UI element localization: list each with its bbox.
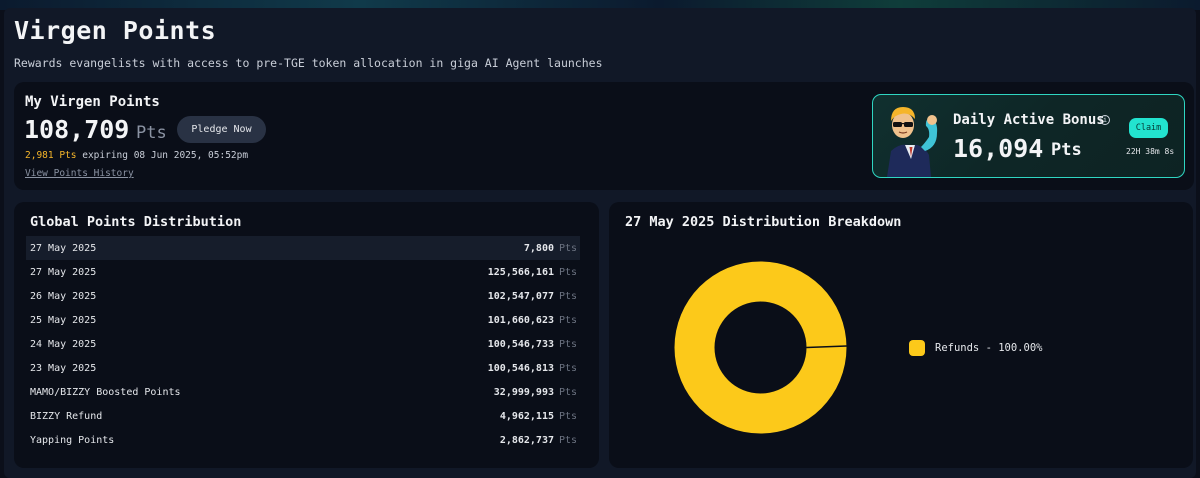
list-item[interactable]: 27 May 2025 125,566,161 Pts (26, 260, 580, 284)
row-value: 32,999,993 (493, 386, 554, 398)
row-label: 27 May 2025 (30, 242, 97, 254)
row-value: 7,800 (523, 242, 554, 254)
row-unit: Pts (559, 434, 578, 446)
my-points-value: 108,709 (24, 115, 130, 144)
claim-countdown-timer: 22H 38m 8s (1126, 147, 1175, 156)
list-item[interactable]: 25 May 2025 101,660,623 Pts (26, 308, 580, 332)
chart-legend: Refunds - 100.00% (909, 340, 1042, 356)
row-unit: Pts (559, 314, 578, 326)
row-unit: Pts (559, 362, 578, 374)
pledge-now-button[interactable]: Pledge Now (177, 116, 266, 143)
row-label: 24 May 2025 (30, 338, 97, 350)
global-points-distribution-card: Global Points Distribution 27 May 2025 7… (14, 202, 599, 468)
legend-label-refunds: Refunds - 100.00% (935, 342, 1043, 354)
list-item[interactable]: BIZZY Refund 4,962,115 Pts (26, 404, 580, 428)
daily-bonus-unit: Pts (1051, 140, 1082, 160)
row-value: 4,962,115 (499, 410, 554, 422)
breakdown-donut-chart (674, 261, 847, 434)
row-label: Yapping Points (30, 434, 115, 446)
row-label: 26 May 2025 (30, 290, 97, 302)
distribution-breakdown-card: 27 May 2025 Distribution Breakdown Refun… (609, 202, 1193, 468)
row-label: BIZZY Refund (30, 410, 103, 422)
claim-button[interactable]: Claim (1129, 118, 1168, 138)
expiring-points-text: 2,981 Pts expiring 08 Jun 2025, 05:52pm (25, 150, 248, 161)
page-subtitle: Rewards evangelists with access to pre-T… (14, 56, 603, 70)
my-points-title: My Virgen Points (25, 94, 160, 110)
row-label: 27 May 2025 (30, 266, 97, 278)
row-unit: Pts (559, 410, 578, 422)
list-item[interactable]: 24 May 2025 100,546,733 Pts (26, 332, 580, 356)
row-value: 102,547,077 (487, 290, 554, 302)
row-value: 2,862,737 (499, 434, 554, 446)
my-points-card: My Virgen Points 108,709 Pts Pledge Now … (14, 82, 1194, 190)
daily-bonus-value: 16,094 (953, 134, 1044, 163)
my-points-unit: Pts (136, 123, 167, 143)
list-item[interactable]: Yapping Points 2,862,737 Pts (26, 428, 580, 452)
row-label: 23 May 2025 (30, 362, 97, 374)
breakdown-title: 27 May 2025 Distribution Breakdown (625, 214, 902, 230)
row-value: 100,546,733 (487, 338, 554, 350)
row-unit: Pts (559, 386, 578, 398)
row-value: 101,660,623 (487, 314, 554, 326)
info-icon[interactable]: i (1100, 115, 1110, 125)
row-label: 25 May 2025 (30, 314, 97, 326)
list-item[interactable]: 26 May 2025 102,547,077 Pts (26, 284, 580, 308)
distribution-list: 27 May 2025 7,800 Pts 27 May 2025 125,56… (26, 236, 580, 452)
row-value: 125,566,161 (487, 266, 554, 278)
row-unit: Pts (559, 290, 578, 302)
row-unit: Pts (559, 242, 578, 254)
legend-swatch-refunds (909, 340, 925, 356)
expiring-date: expiring 08 Jun 2025, 05:52pm (82, 150, 249, 161)
view-points-history-link[interactable]: View Points History (25, 168, 134, 179)
daily-active-bonus-card: Daily Active Bonus i 16,094 Pts Claim 22… (872, 94, 1185, 178)
page-title: Virgen Points (14, 16, 217, 45)
expiring-amount: 2,981 Pts (25, 150, 77, 161)
row-label: MAMO/BIZZY Boosted Points (30, 386, 181, 398)
mascot-avatar-icon (887, 107, 938, 177)
list-item[interactable]: MAMO/BIZZY Boosted Points 32,999,993 Pts (26, 380, 580, 404)
list-item[interactable]: 27 May 2025 7,800 Pts (26, 236, 580, 260)
distribution-title: Global Points Distribution (30, 214, 242, 230)
daily-active-bonus-title: Daily Active Bonus (953, 112, 1105, 128)
row-unit: Pts (559, 266, 578, 278)
row-value: 100,546,813 (487, 362, 554, 374)
row-unit: Pts (559, 338, 578, 350)
list-item[interactable]: 23 May 2025 100,546,813 Pts (26, 356, 580, 380)
